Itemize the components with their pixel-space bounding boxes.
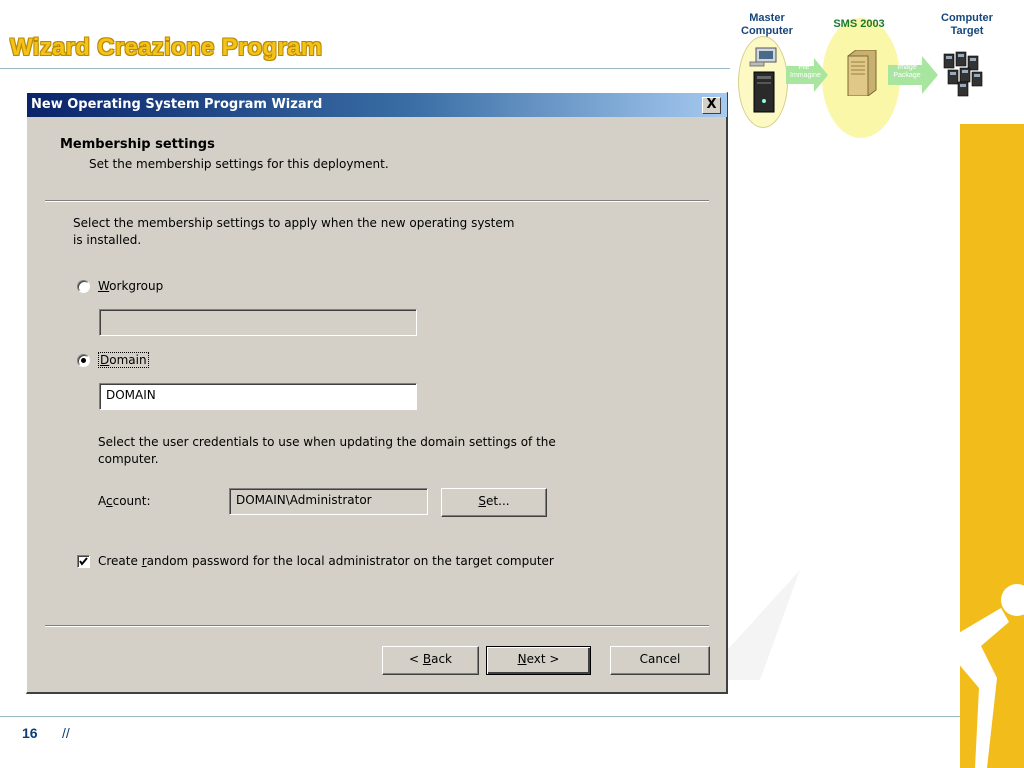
workgroup-field[interactable]: [99, 309, 417, 336]
header-title: Membership settings: [60, 137, 215, 152]
target-label: Computer Target: [941, 12, 993, 37]
dialog-title: New Operating System Program Wizard: [31, 97, 323, 112]
header-subtitle: Set the membership settings for this dep…: [89, 157, 389, 171]
server-label: SMS 2003: [833, 18, 885, 30]
set-button-rest: et...: [486, 494, 510, 508]
account-label-end: count:: [112, 494, 151, 508]
account-label: Account:: [98, 493, 151, 510]
domain-label-focus: Domain: [98, 352, 149, 368]
dialog-titlebar[interactable]: New Operating System Program Wizard X: [27, 93, 727, 117]
random-password-label[interactable]: Create random password for the local adm…: [98, 553, 554, 570]
workgroup-radio[interactable]: [77, 280, 90, 293]
slide: Wizard Creazione Program Master Computer…: [0, 0, 1024, 768]
footer-text: //: [62, 725, 70, 741]
slide-title: Wizard Creazione Program: [10, 34, 323, 61]
checkmark-icon: [79, 557, 88, 566]
back-button-mnemonic: B: [422, 652, 432, 666]
target-computers-icon: [943, 51, 983, 97]
random-password-label-start: Create: [98, 554, 142, 568]
runner-logo-icon: [957, 584, 1024, 768]
workgroup-label[interactable]: Workgroup: [98, 278, 163, 295]
back-button-prefix: <: [408, 652, 423, 666]
random-password-label-end: andom password for the local administrat…: [146, 554, 554, 568]
back-button[interactable]: < Back: [382, 646, 479, 675]
set-button-mnemonic: S: [478, 494, 487, 508]
wizard-dialog: New Operating System Program Wizard X Me…: [26, 92, 728, 694]
account-label-start: A: [98, 494, 106, 508]
next-button-mnemonic: N: [517, 652, 527, 666]
workgroup-label-mnemonic: W: [98, 279, 110, 293]
domain-label-rest: omain: [109, 353, 147, 367]
account-field[interactable]: DOMAIN\Administrator: [229, 488, 428, 515]
credentials-text-line1: Select the user credentials to use when …: [98, 435, 556, 449]
intro-text-line1: Select the membership settings to apply …: [73, 216, 515, 230]
next-button-rest: ext >: [526, 652, 560, 666]
domain-field[interactable]: DOMAIN: [99, 383, 417, 410]
workgroup-label-rest: orkgroup: [109, 279, 164, 293]
footer-separator: [45, 625, 709, 627]
intro-text-line2: is installed.: [73, 233, 142, 247]
footer-divider: [0, 716, 960, 717]
close-button[interactable]: X: [702, 97, 721, 114]
wizard-header: Membership settings Set the membership s…: [27, 117, 727, 200]
set-button[interactable]: Set...: [441, 488, 547, 517]
header-separator: [45, 200, 709, 202]
image-package-text: Image Package: [893, 64, 921, 79]
domain-radio[interactable]: [77, 354, 90, 367]
domain-label-mnemonic: D: [100, 353, 110, 367]
cancel-button[interactable]: Cancel: [610, 646, 710, 675]
deployment-diagram: Master Computer SMS 2003 Computer Target…: [728, 0, 1024, 140]
next-button[interactable]: Next >: [486, 646, 591, 675]
account-label-mnemonic: c: [106, 494, 113, 508]
file-image-text: File Immagine: [790, 64, 821, 79]
master-computer-icon: [749, 47, 777, 113]
page-number: 16: [22, 725, 38, 741]
domain-radio-dot: [81, 358, 86, 363]
back-button-rest: ack: [431, 652, 452, 666]
credentials-text-line2: computer.: [98, 452, 159, 466]
domain-label[interactable]: Domain: [98, 352, 149, 369]
random-password-checkbox[interactable]: [77, 555, 90, 568]
master-label: Master Computer: [741, 12, 793, 37]
sms-server-icon: [847, 50, 877, 96]
title-divider: [0, 68, 730, 69]
